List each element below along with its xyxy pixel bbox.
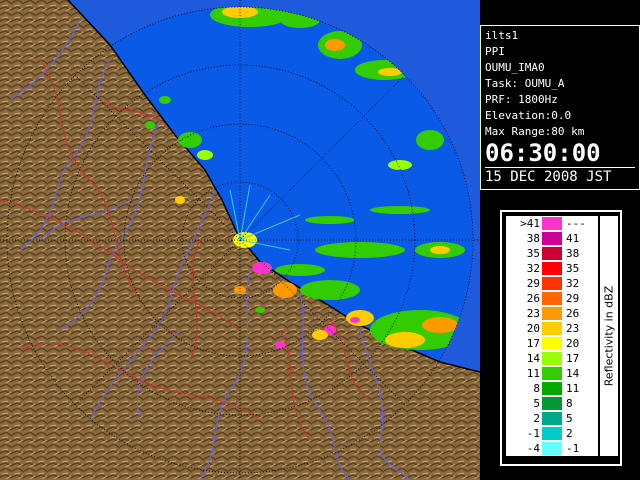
legend-row: 25 <box>506 411 598 426</box>
legend-row: 32 35 <box>506 261 598 276</box>
legend-upper-bound: 11 <box>566 382 580 395</box>
legend-row: 8 11 <box>506 381 598 396</box>
legend-upper-bound: 5 <box>566 412 573 425</box>
legend-upper-bound: 26 <box>566 307 580 320</box>
elevation-value: Elevation:0.0 <box>485 109 572 122</box>
legend-swatch <box>542 217 562 230</box>
legend-swatch <box>542 397 562 410</box>
legend-swatch <box>542 307 562 320</box>
legend-lower-bound: 20 <box>526 322 540 335</box>
station-name: ilts1 <box>485 29 519 42</box>
legend-swatch <box>542 277 562 290</box>
legend-row: 14 17 <box>506 351 598 366</box>
legend-upper-bound: 14 <box>566 367 580 380</box>
legend-swatch <box>542 367 562 380</box>
legend-swatch <box>542 262 562 275</box>
task-name: Task: OUMU_A <box>485 77 565 90</box>
legend-row: -4 -1 <box>506 441 598 456</box>
legend-swatch <box>542 247 562 260</box>
legend-row: 58 <box>506 396 598 411</box>
legend-swatch <box>542 442 562 455</box>
legend-lower-bound: 38 <box>526 232 540 245</box>
legend-row: -1 2 <box>506 426 598 441</box>
legend-lower-bound: 23 <box>526 307 540 320</box>
legend-upper-bound: 20 <box>566 337 580 350</box>
legend-lower-bound: 35 <box>526 247 540 260</box>
legend-row: 20 23 <box>506 321 598 336</box>
legend-upper-bound: 17 <box>566 352 580 365</box>
legend-upper-bound: 35 <box>566 262 580 275</box>
legend-swatch <box>542 382 562 395</box>
legend-upper-bound: 23 <box>566 322 580 335</box>
legend-upper-bound: 41 <box>566 232 580 245</box>
legend-swatch <box>542 292 562 305</box>
legend-lower-bound: 11 <box>526 367 540 380</box>
legend-row: 29 32 <box>506 276 598 291</box>
legend-swatch <box>542 352 562 365</box>
legend-title: Reflectivity in dBZ <box>600 216 618 456</box>
prf-value: PRF: 1800Hz <box>485 93 558 106</box>
legend-row: 23 26 <box>506 306 598 321</box>
radar-map[interactable] <box>0 0 480 480</box>
legend-lower-bound: -4 <box>526 442 540 455</box>
legend-upper-bound: 2 <box>566 427 573 440</box>
legend-lower-bound: 8 <box>533 382 540 395</box>
legend-swatch <box>542 232 562 245</box>
legend-swatch <box>542 427 562 440</box>
scan-mode: PPI <box>485 45 505 58</box>
legend-upper-bound: -1 <box>566 442 580 455</box>
legend-upper-bound: 29 <box>566 292 580 305</box>
legend-lower-bound: 29 <box>526 277 540 290</box>
scan-date: 15 DEC 2008 JST <box>485 167 635 185</box>
legend-lower-bound: 26 <box>526 292 540 305</box>
legend-lower-bound: 2 <box>533 412 540 425</box>
legend-upper-bound: 38 <box>566 247 580 260</box>
legend-swatch <box>542 412 562 425</box>
reflectivity-legend: >41 --- 38 41 35 38 32 35 29 32 26 29 23 26 20 23 17 20 14… <box>506 216 598 456</box>
legend-upper-bound: 8 <box>566 397 573 410</box>
info-panel: ilts1 PPI OUMU_IMA0 Task: OUMU_A PRF: 18… <box>480 25 640 190</box>
product-name: OUMU_IMA0 <box>485 61 545 74</box>
legend-swatch <box>542 322 562 335</box>
scan-time: 06:30:00 <box>485 139 601 167</box>
legend-title-text: Reflectivity in dBZ <box>602 285 616 387</box>
legend-row: >41 --- <box>506 216 598 231</box>
legend-lower-bound: 32 <box>526 262 540 275</box>
legend-lower-bound: 17 <box>526 337 540 350</box>
max-range-value: Max Range:80 km <box>485 125 585 138</box>
legend-row: 11 14 <box>506 366 598 381</box>
legend-row: 17 20 <box>506 336 598 351</box>
legend-lower-bound: 14 <box>526 352 540 365</box>
legend-row: 26 29 <box>506 291 598 306</box>
legend-row: 35 38 <box>506 246 598 261</box>
legend-swatch <box>542 337 562 350</box>
legend-row: 38 41 <box>506 231 598 246</box>
legend-lower-bound: -1 <box>526 427 540 440</box>
legend-upper-bound: 32 <box>566 277 580 290</box>
legend-lower-bound: >41 <box>520 217 540 230</box>
legend-upper-bound: --- <box>566 217 586 230</box>
legend-lower-bound: 5 <box>533 397 540 410</box>
